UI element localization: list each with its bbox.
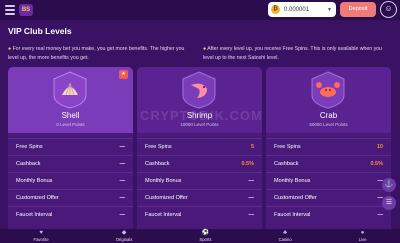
benefit-row-monthly-bonus: Monthly Bonus —	[266, 172, 391, 189]
chat-icon[interactable]: ☰	[382, 196, 396, 210]
balance-selector[interactable]: ₿ 0.000001 ▼	[268, 2, 336, 17]
benefit-label: Cashback	[145, 161, 170, 167]
info-text-left: ● For every real money bet you make, you…	[8, 45, 196, 63]
benefit-label: Customized Offer	[274, 195, 317, 201]
live-icon: ●	[360, 230, 365, 236]
info-right-text: After every level up, you receive Free S…	[203, 46, 382, 61]
deposit-button[interactable]: Deposit	[340, 2, 376, 17]
benefit-label: Cashback	[274, 161, 299, 167]
nav-label: Live	[358, 237, 367, 242]
casino-icon: ♣	[283, 230, 288, 236]
heart-icon: ♥	[39, 230, 43, 236]
benefit-row-cashback: Cashback —	[8, 155, 133, 172]
benefit-value: —	[119, 195, 126, 201]
benefit-row-cashback: Cashback 0.5%	[137, 155, 262, 172]
bonus-icon[interactable]: ⚓	[382, 178, 396, 192]
benefit-label: Faucet Interval	[274, 212, 311, 218]
benefit-value: —	[119, 212, 126, 218]
benefit-value: —	[248, 178, 255, 184]
nav-live[interactable]: ● Live	[359, 230, 367, 242]
level-card-header: Shrimp 10000 Level Points	[137, 67, 262, 133]
info-text-right: ● After every level up, you receive Free…	[203, 45, 391, 63]
site-logo[interactable]: BS	[19, 4, 33, 16]
benefit-value: 5	[250, 144, 254, 150]
benefit-value: —	[377, 212, 384, 218]
benefit-value: 0.5%	[370, 161, 383, 167]
crab-icon	[311, 71, 345, 109]
bullet-icon: ●	[203, 46, 207, 52]
bottom-nav: ♥ Favorite ◆ Originals ⚽ Sports ♣ Casino…	[0, 229, 400, 243]
current-level-badge: ★	[119, 70, 128, 79]
benefit-value: 10	[376, 144, 383, 150]
benefit-label: Monthly Bonus	[145, 178, 182, 184]
benefit-label: Monthly Bonus	[274, 178, 311, 184]
benefit-value: —	[248, 212, 255, 218]
benefit-label: Customized Offer	[145, 195, 188, 201]
benefit-row-faucet-interval: Faucet Interval —	[137, 206, 262, 223]
nav-originals[interactable]: ◆ Originals	[116, 230, 133, 242]
benefit-row-customized-offer: Customized Offer —	[8, 189, 133, 206]
info-left-text: For every real money bet you make, you g…	[8, 46, 185, 61]
benefit-value: —	[119, 178, 126, 184]
benefit-label: Customized Offer	[16, 195, 59, 201]
benefit-row-customized-offer: Customized Offer —	[137, 189, 262, 206]
level-card-header: ★ Shell 0 Level Points	[8, 67, 133, 133]
benefit-label: Faucet Interval	[145, 212, 182, 218]
benefit-row-customized-offer: Customized Offer —	[266, 189, 391, 206]
benefit-value: —	[248, 195, 255, 201]
watermark: CRYPTOBIK.COM	[140, 108, 263, 123]
benefit-label: Free Spins	[145, 144, 172, 150]
benefit-row-free-spins: Free Spins 10	[266, 138, 391, 155]
page-title: VIP Club Levels	[8, 26, 72, 36]
nav-label: Sports	[199, 237, 212, 242]
benefit-label: Free Spins	[16, 144, 43, 150]
nav-sports[interactable]: ⚽ Sports	[199, 230, 211, 242]
benefit-label: Free Spins	[274, 144, 301, 150]
sports-icon: ⚽	[201, 230, 210, 236]
benefit-value: —	[119, 144, 126, 150]
avatar[interactable]: ☺	[380, 1, 397, 18]
menu-icon[interactable]	[5, 5, 15, 15]
nav-label: Originals	[115, 237, 133, 242]
nav-favorite[interactable]: ♥ Favorite	[34, 230, 49, 242]
level-name: Shell	[61, 111, 80, 120]
level-card-crab: Crab 50000 Level Points Free Spins 10 Cas…	[266, 67, 391, 235]
benefit-row-free-spins: Free Spins —	[8, 138, 133, 155]
benefit-row-faucet-interval: Faucet Interval —	[266, 206, 391, 223]
nav-casino[interactable]: ♣ Casino	[279, 230, 292, 242]
top-bar: BS ₿ 0.000001 ▼ Deposit ☺	[0, 0, 400, 20]
benefit-row-monthly-bonus: Monthly Bonus —	[137, 172, 262, 189]
shell-icon	[53, 71, 87, 109]
level-card-header: Crab 50000 Level Points	[266, 67, 391, 133]
level-points: 0 Level Points	[56, 122, 85, 127]
benefit-value: 0.5%	[241, 161, 254, 167]
benefit-row-monthly-bonus: Monthly Bonus —	[8, 172, 133, 189]
benefit-value: —	[119, 161, 126, 167]
benefit-row-free-spins: Free Spins 5	[137, 138, 262, 155]
benefit-row-faucet-interval: Faucet Interval —	[8, 206, 133, 223]
nav-label: Favorite	[33, 237, 49, 242]
level-points: 50000 Level Points	[309, 122, 348, 127]
benefit-row-cashback: Cashback 0.5%	[266, 155, 391, 172]
level-card-shell: ★ Shell 0 Level Points Free Spins — Cashb…	[8, 67, 133, 235]
originals-icon: ◆	[121, 230, 127, 236]
chevron-down-icon: ▼	[327, 6, 332, 13]
nav-label: Casino	[278, 237, 292, 242]
bullet-icon: ●	[8, 46, 12, 52]
level-card-shrimp: Shrimp 10000 Level Points Free Spins 5 Ca…	[137, 67, 262, 235]
bitcoin-icon: ₿	[271, 5, 280, 14]
benefit-label: Faucet Interval	[16, 212, 53, 218]
benefit-label: Cashback	[16, 161, 41, 167]
balance-amount: 0.000001	[284, 6, 310, 13]
level-name: Crab	[319, 111, 338, 120]
shrimp-icon	[182, 71, 216, 109]
benefit-label: Monthly Bonus	[16, 178, 53, 184]
